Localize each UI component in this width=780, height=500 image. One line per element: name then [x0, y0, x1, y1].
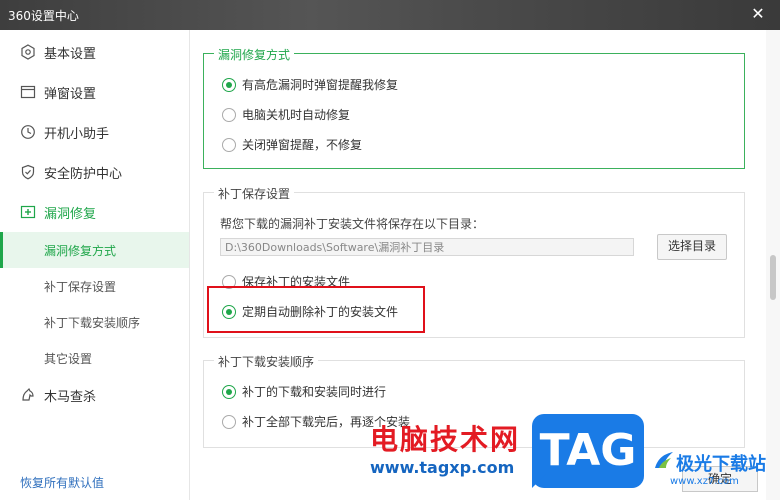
sidebar-item-startup[interactable]: 开机小助手: [0, 114, 189, 150]
sidebar-subitem-repair-mode[interactable]: 漏洞修复方式: [0, 232, 189, 268]
restore-defaults-link[interactable]: 恢复所有默认值: [20, 474, 104, 491]
sidebar: 基本设置 弹窗设置 开机小助手 安全防护中心 漏洞修复 漏洞修复方式 补丁保存设…: [0, 30, 190, 500]
watermark: 电脑技术网 www.tagxp.com TAG 极光下载站 www.xz7.co…: [370, 412, 780, 500]
choose-directory-button[interactable]: 选择目录: [657, 234, 727, 260]
radio-button[interactable]: [222, 77, 236, 92]
radio-label: 电脑关机时自动修复: [242, 108, 351, 122]
watermark-url: www.tagxp.com: [370, 458, 515, 477]
watermark-cn-text: 电脑技术网: [370, 423, 521, 456]
sidebar-item-vuln-repair[interactable]: 漏洞修复: [0, 194, 189, 230]
plus-square-icon: [20, 204, 36, 220]
sidebar-item-label: 安全防护中心: [44, 166, 123, 182]
sidebar-item-label: 基本设置: [44, 46, 97, 62]
sidebar-item-label: 开机小助手: [44, 126, 110, 142]
sidebar-item-basic[interactable]: 基本设置: [0, 34, 189, 70]
sidebar-item-security[interactable]: 安全防护中心: [0, 154, 189, 190]
watermark-site-url: www.xz7.com: [670, 476, 739, 487]
sidebar-item-trojan[interactable]: 木马查杀: [0, 377, 189, 413]
sidebar-item-popup[interactable]: 弹窗设置: [0, 74, 189, 110]
aurora-logo-icon: [652, 448, 676, 472]
scrollbar-thumb[interactable]: [770, 255, 776, 300]
sidebar-item-label: 弹窗设置: [44, 86, 97, 102]
red-highlight-box: [207, 286, 425, 333]
watermark-tag-corner: [532, 474, 546, 488]
shield-icon: [20, 164, 36, 180]
radio-button[interactable]: [222, 414, 236, 429]
close-icon[interactable]: ✕: [748, 4, 768, 24]
radio-button[interactable]: [222, 384, 236, 399]
group-title: 漏洞修复方式: [214, 46, 295, 63]
clock-icon: [20, 124, 36, 140]
title-bar: 360设置中心 ✕: [0, 0, 780, 30]
radio-shutdown-repair[interactable]: 电脑关机时自动修复: [222, 106, 350, 123]
sidebar-subitem-other[interactable]: 其它设置: [0, 340, 189, 376]
group-title: 补丁下载安装顺序: [214, 353, 319, 370]
path-label: 帮您下载的漏洞补丁安装文件将保存在以下目录：: [220, 217, 485, 231]
watermark-site-name: 极光下载站: [676, 454, 766, 475]
radio-button[interactable]: [222, 137, 236, 152]
watermark-tag-logo: TAG: [532, 414, 644, 488]
hexagon-gear-icon: [20, 44, 36, 60]
radio-no-repair[interactable]: 关闭弹窗提醒，不修复: [222, 136, 362, 153]
group-title: 补丁保存设置: [214, 185, 295, 202]
repair-mode-group: 漏洞修复方式 有高危漏洞时弹窗提醒我修复 电脑关机时自动修复 关闭弹窗提醒，不修…: [203, 46, 745, 169]
window-title: 360设置中心: [8, 9, 79, 23]
save-path-input[interactable]: [220, 238, 634, 256]
radio-label: 关闭弹窗提醒，不修复: [242, 138, 363, 152]
sidebar-item-label: 木马查杀: [44, 389, 97, 405]
window-icon: [20, 84, 36, 100]
radio-popup-remind[interactable]: 有高危漏洞时弹窗提醒我修复: [222, 76, 398, 93]
sidebar-subitem-download-order[interactable]: 补丁下载安装顺序: [0, 304, 189, 340]
sidebar-subitem-patch-save[interactable]: 补丁保存设置: [0, 268, 189, 304]
sidebar-item-label: 漏洞修复: [44, 206, 97, 222]
radio-label: 有高危漏洞时弹窗提醒我修复: [242, 78, 399, 92]
horse-icon: [20, 387, 36, 403]
radio-download-install-concurrent[interactable]: 补丁的下载和安装同时进行: [222, 383, 386, 400]
radio-button[interactable]: [222, 107, 236, 122]
radio-label: 补丁的下载和安装同时进行: [242, 385, 387, 399]
